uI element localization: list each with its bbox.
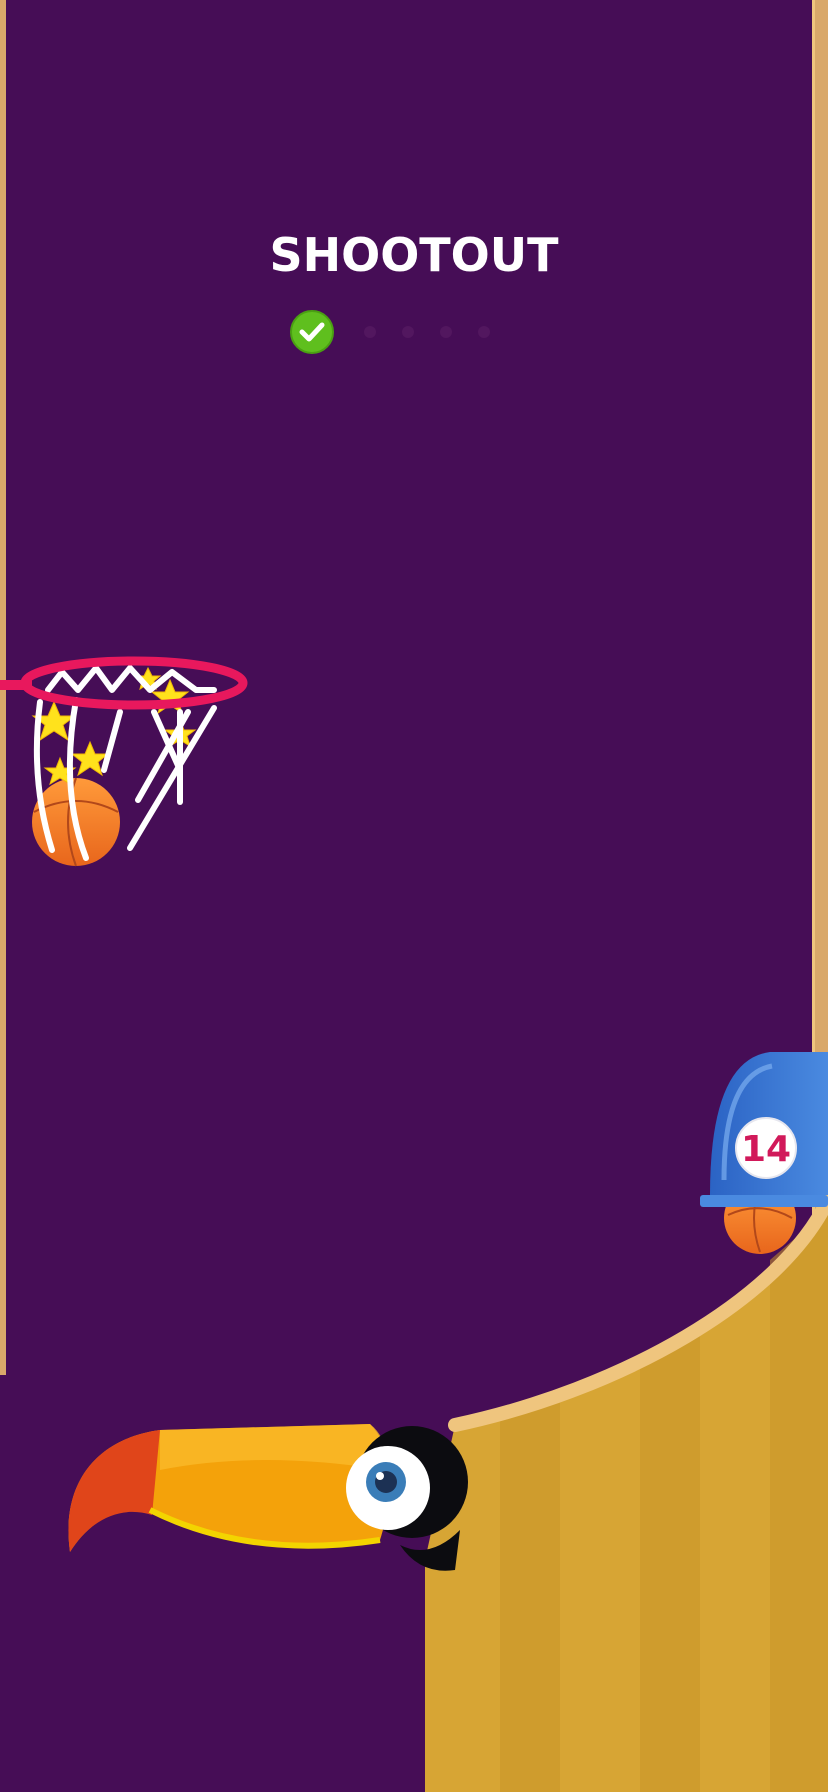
shot-progress bbox=[290, 310, 550, 354]
game-screen[interactable]: 14 SHOOTOUT bbox=[0, 0, 828, 1792]
hoop-rim bbox=[20, 656, 248, 710]
shot-slot bbox=[402, 326, 414, 338]
shot-slot bbox=[440, 326, 452, 338]
toucan bbox=[68, 1424, 468, 1571]
mode-title: SHOOTOUT bbox=[269, 228, 559, 282]
basketball-hoop bbox=[0, 656, 248, 867]
ramp bbox=[425, 1193, 828, 1792]
shot-slot bbox=[478, 326, 490, 338]
balls-remaining-count: 14 bbox=[741, 1129, 791, 1170]
shot-slot bbox=[364, 326, 376, 338]
check-icon bbox=[290, 310, 334, 354]
